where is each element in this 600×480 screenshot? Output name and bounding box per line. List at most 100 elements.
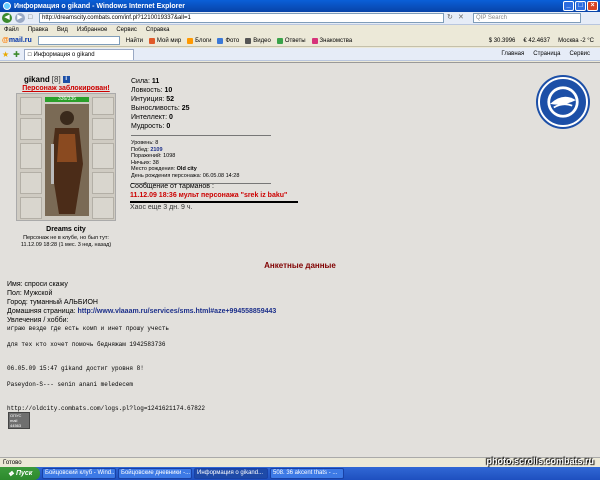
start-button[interactable]: ❖ Пуск — [0, 467, 40, 480]
weather-widget[interactable]: Москва -2 °C — [558, 38, 594, 44]
profile-details: Имя: спроси скажу Пол: Мужской Город: ту… — [7, 280, 587, 413]
taskbar-task[interactable]: 508. 36 akcent thats - ... — [270, 468, 344, 479]
toolbar-item-mymir[interactable]: Мой мир — [148, 37, 181, 44]
profile-sex: Пол: Мужской — [7, 290, 53, 297]
status-text: Готово — [3, 459, 22, 466]
info-icon[interactable]: i — [62, 76, 70, 83]
window-title: Информация о gikand - Windows Internet E… — [14, 2, 185, 10]
window-titlebar: Информация о gikand - Windows Internet E… — [0, 0, 600, 12]
tools-menu-button[interactable]: Сервис — [569, 51, 590, 57]
character-figure: 336/336 — [16, 93, 116, 221]
menu-bar: Файл Правка Вид Избранное Сервис Справка — [0, 25, 600, 35]
profile-hobby-label: Увлечения / хобби: — [7, 317, 69, 324]
photo-icon — [217, 37, 224, 44]
shield-slot[interactable] — [92, 143, 114, 169]
stat-agility: Ловкость: 10 — [131, 87, 173, 94]
stat-wisdom: Мудрость: 0 — [131, 123, 171, 130]
earrings-slot[interactable] — [92, 97, 114, 115]
birthday-line: День рождения персонажа: 06.05.08 14:28 — [131, 172, 240, 179]
menu-favorites[interactable]: Избранное — [77, 27, 107, 33]
forward-button[interactable]: ▶ — [15, 13, 25, 23]
mailru-toolbar: @mail.ru Найти Мой мир Блоги Фото Видео … — [0, 35, 600, 47]
homepage-link[interactable]: http://www.vlaaam.ru/services/sms.html#a… — [78, 308, 277, 315]
menu-tools[interactable]: Сервис — [116, 27, 137, 33]
toolbar-item-blogs[interactable]: Блоги — [187, 37, 211, 44]
page-icon: □ — [28, 14, 33, 21]
menu-help[interactable]: Справка — [146, 27, 170, 33]
hobby-line: 06.05.09 15:47 gikand достиг уровня 8! — [7, 365, 144, 372]
tarman-message: Сообщение от тарманов : 11.12.09 18:36 м… — [130, 182, 298, 212]
stats-panel: Сила: 11 Ловкость: 10 Интуиция: 52 Вынос… — [131, 77, 311, 188]
toolbar-item-video[interactable]: Видео — [245, 37, 271, 44]
address-field[interactable]: http://dreamscity.combats.com/inf.pl?121… — [39, 13, 444, 23]
add-favorite-icon[interactable]: ✚ — [13, 50, 20, 59]
ring-slot[interactable] — [92, 197, 114, 219]
close-button[interactable]: × — [587, 1, 598, 11]
video-icon — [245, 37, 252, 44]
weapon-slot[interactable] — [20, 118, 42, 140]
find-button[interactable]: Найти — [126, 38, 143, 44]
character-name[interactable]: gikand — [24, 75, 50, 84]
menu-edit[interactable]: Правка — [28, 27, 48, 33]
taskbar-task[interactable]: Бойцовский клуб - Wind... — [42, 468, 116, 479]
usd-rate[interactable]: $ 30.3996 — [489, 38, 516, 44]
menu-file[interactable]: Файл — [4, 27, 19, 33]
windows-logo-icon: ❖ — [7, 470, 14, 478]
page-menu-button[interactable]: Страница — [533, 51, 560, 57]
log-link[interactable]: http://oldcity.combats.com/logs.pl?log=1… — [7, 405, 587, 413]
back-button[interactable]: ◀ — [2, 13, 12, 23]
minimize-button[interactable]: _ — [563, 1, 574, 11]
tarman-text: 11.12.09 18:36 мульт персонажа "srek iz … — [130, 192, 288, 199]
eur-rate[interactable]: € 42.4637 — [523, 38, 550, 44]
character-avatar — [45, 104, 89, 216]
hobby-line: для тех кто хочет помочь бедняжам 194258… — [7, 341, 166, 348]
tab-info-gikand[interactable]: □ Информация о gikand — [23, 48, 134, 60]
profile-homepage: Домашняя страница: http://www.vlaaam.ru/… — [7, 308, 277, 315]
taskbar-task-active[interactable]: Информация о gikand... — [194, 468, 268, 479]
watermark: photo.scrolls.combats.ru — [486, 456, 594, 466]
tab-page-icon: □ — [27, 51, 32, 58]
taskbar-task[interactable]: Бойцовские дневники -... — [118, 468, 192, 479]
stat-endurance: Выносливость: 25 — [131, 105, 190, 112]
menu-view[interactable]: Вид — [57, 27, 68, 33]
city-name[interactable]: Dreams city — [10, 226, 122, 233]
toolbar-item-photo[interactable]: Фото — [217, 37, 239, 44]
amulet-slot[interactable] — [92, 118, 114, 140]
stop-icon[interactable]: ✕ — [458, 14, 466, 22]
address-row: ◀ ▶ □ http://dreamscity.combats.com/inf.… — [0, 12, 600, 25]
favorites-star-icon[interactable]: ★ — [2, 50, 9, 59]
mailru-counter[interactable]: ОПУС mail 44563 — [8, 412, 30, 429]
hobby-line: играю везде где есть комп и инет прошу у… — [7, 325, 170, 332]
gloves-slot[interactable] — [92, 172, 114, 194]
tab-row: ★ ✚ □ Информация о gikand Главная Страни… — [0, 48, 600, 61]
character-name-row: gikand [8] i — [24, 75, 122, 84]
mymir-icon — [148, 37, 155, 44]
toolbar-item-dating[interactable]: Знакомства — [311, 37, 352, 44]
boots-slot[interactable] — [20, 197, 42, 219]
toolbar-item-answers[interactable]: Ответы — [276, 37, 306, 44]
clan-emblem-icon[interactable] — [538, 77, 588, 127]
taskbar: ❖ Пуск Бойцовский клуб - Wind... Бойцовск… — [0, 467, 600, 480]
maximize-button[interactable]: □ — [575, 1, 586, 11]
ie-icon — [3, 2, 11, 10]
profile-city: Город: туманный АЛЬБИОН — [7, 299, 98, 306]
answers-icon — [276, 37, 283, 44]
stat-intellect: Интеллект: 0 — [131, 114, 173, 121]
toolbar-search-input[interactable] — [37, 36, 120, 45]
hobby-line: Paseydon-S--- senin anani meledecem — [7, 381, 134, 388]
search-input[interactable]: QIP Search — [473, 13, 581, 23]
home-button[interactable]: Главная — [501, 51, 524, 57]
refresh-icon[interactable]: ↻ — [447, 14, 455, 22]
helmet-slot[interactable] — [20, 97, 42, 115]
blogs-icon — [187, 37, 194, 44]
mailru-logo[interactable]: @mail.ru — [2, 37, 32, 44]
hp-bar: 336/336 — [45, 97, 89, 102]
page-content: gikand [8] i Персонаж заблокирован! 336/… — [0, 62, 600, 457]
armor-slot[interactable] — [20, 143, 42, 169]
tarman-header: Сообщение от тарманов : — [130, 183, 214, 190]
belt-slot[interactable] — [20, 172, 42, 194]
profile-name: Имя: спроси скажу — [7, 281, 68, 288]
blocked-notice: Персонаж заблокирован! — [22, 85, 110, 92]
profile-section-title: Анкетные данные — [264, 261, 336, 270]
character-panel: gikand [8] i Персонаж заблокирован! 336/… — [10, 75, 122, 249]
